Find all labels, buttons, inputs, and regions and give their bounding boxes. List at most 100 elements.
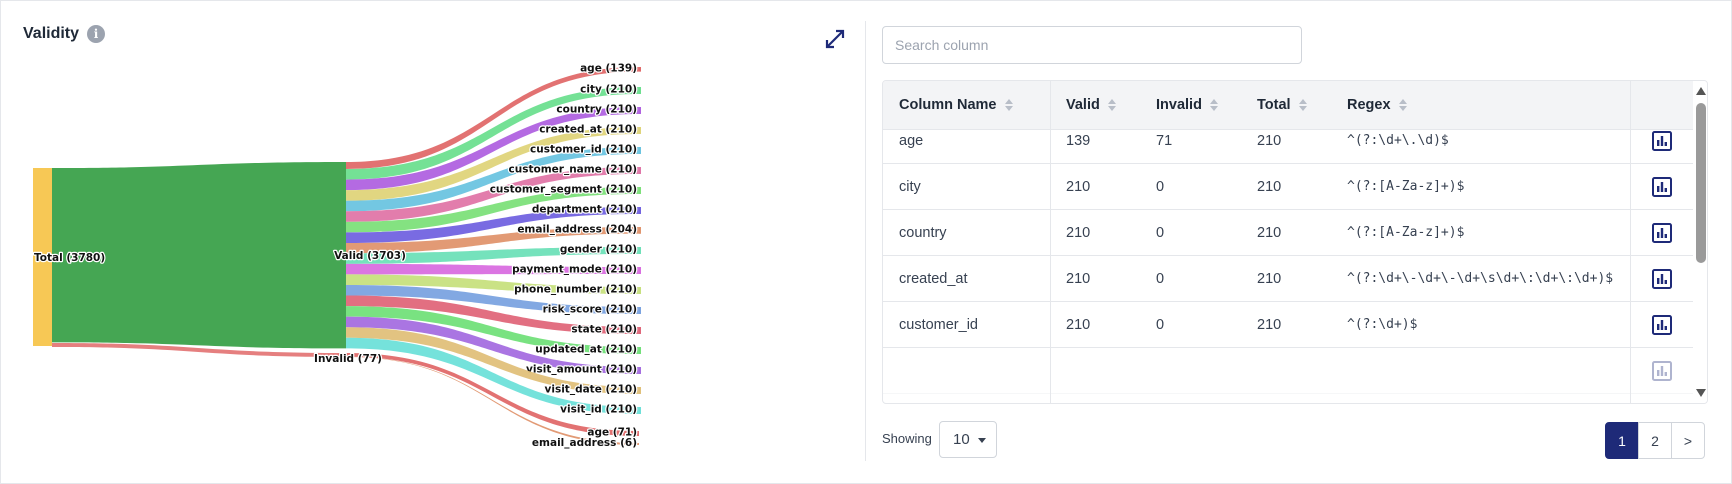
column-divider bbox=[1630, 81, 1631, 403]
valid-target-label: customer_id (210) bbox=[530, 144, 637, 156]
valid-target-label: visit_id (210) bbox=[560, 404, 637, 416]
header-label: Invalid bbox=[1156, 97, 1202, 113]
info-icon[interactable]: i bbox=[87, 25, 106, 43]
valid-target-node bbox=[639, 347, 641, 354]
column-divider bbox=[1050, 81, 1051, 403]
page-size-value: 10 bbox=[953, 431, 970, 448]
valid-target-node bbox=[639, 167, 641, 174]
bar-chart-icon bbox=[1652, 360, 1672, 381]
panel-divider bbox=[865, 21, 866, 461]
valid-target-node bbox=[639, 407, 641, 414]
valid-target-label: risk_score (210) bbox=[543, 304, 637, 316]
header-label: Total bbox=[1257, 97, 1291, 113]
total-node-label: Total (3780) bbox=[34, 252, 105, 264]
table-row: age 139 71 210 ^(?:\d+\.\d)$ bbox=[883, 118, 1693, 164]
valid-target-label: state (210) bbox=[571, 324, 637, 336]
cell-regex: ^(?:\d+)$ bbox=[1347, 317, 1418, 332]
valid-target-node bbox=[639, 127, 641, 134]
bar-chart-icon bbox=[1652, 314, 1672, 335]
header-label: Valid bbox=[1066, 97, 1100, 113]
view-chart-button[interactable] bbox=[1631, 210, 1693, 255]
bar-chart-icon bbox=[1652, 222, 1672, 243]
valid-target-node bbox=[639, 227, 641, 234]
pagination: 1 2 > bbox=[1605, 422, 1705, 459]
header-label: Regex bbox=[1347, 97, 1391, 113]
page-button-1[interactable]: 1 bbox=[1605, 422, 1639, 459]
valid-target-node bbox=[639, 307, 641, 314]
cell-total: 210 bbox=[1257, 270, 1282, 287]
view-chart-button[interactable] bbox=[1631, 256, 1693, 301]
cell-name: customer_id bbox=[899, 316, 978, 333]
cell-regex: ^(?:\d+\.\d)$ bbox=[1347, 133, 1449, 148]
validity-card: Validity i age (139) city (210) country (2… bbox=[0, 0, 1732, 484]
scroll-thumb[interactable] bbox=[1696, 103, 1706, 263]
cell-name: country bbox=[899, 224, 947, 241]
cell-valid: 210 bbox=[1066, 270, 1091, 287]
valid-target-label: gender (210) bbox=[560, 244, 637, 256]
sort-icon[interactable] bbox=[1298, 99, 1307, 111]
valid-target-label: updated_at (210) bbox=[535, 344, 637, 356]
table-row: country 210 0 210 ^(?:[A-Za-z]+)$ bbox=[883, 210, 1693, 256]
invalid-node-label: Invalid (77) bbox=[314, 353, 382, 365]
sort-icon[interactable] bbox=[1107, 99, 1116, 111]
view-chart-button[interactable] bbox=[1631, 164, 1693, 209]
columns-table: Column Name Valid Invalid Total Regex ag… bbox=[882, 80, 1708, 404]
table-row bbox=[883, 348, 1693, 394]
view-chart-button[interactable] bbox=[1631, 348, 1693, 393]
sort-icon[interactable] bbox=[1209, 99, 1218, 111]
table-row: customer_id 210 0 210 ^(?:\d+)$ bbox=[883, 302, 1693, 348]
valid-target-node bbox=[639, 207, 641, 214]
valid-target-node bbox=[639, 67, 641, 72]
next-page-button[interactable]: > bbox=[1671, 422, 1705, 459]
valid-target-node bbox=[639, 247, 641, 254]
view-chart-button[interactable] bbox=[1631, 118, 1693, 163]
valid-target-node bbox=[639, 87, 641, 94]
valid-target-label: country (210) bbox=[556, 104, 637, 116]
showing-label: Showing bbox=[882, 431, 932, 446]
page-button-2[interactable]: 2 bbox=[1638, 422, 1672, 459]
panel-title: Validity bbox=[23, 25, 80, 42]
panel-header: Validity i bbox=[23, 25, 106, 43]
bar-chart-icon bbox=[1652, 268, 1672, 289]
valid-target-label: age (139) bbox=[580, 62, 637, 74]
cell-regex: ^(?:[A-Za-z]+)$ bbox=[1347, 179, 1465, 194]
search-column-input[interactable] bbox=[882, 26, 1302, 64]
valid-node-label: Valid (3703) bbox=[334, 250, 406, 262]
validity-panel: Validity i age (139) city (210) country (2… bbox=[1, 1, 865, 484]
cell-name: city bbox=[899, 178, 921, 195]
cell-valid: 139 bbox=[1066, 132, 1091, 149]
cell-valid: 210 bbox=[1066, 178, 1091, 195]
bar-chart-icon bbox=[1652, 130, 1672, 151]
scroll-down-arrow-icon[interactable] bbox=[1696, 389, 1706, 397]
valid-target-label: visit_amount (210) bbox=[526, 364, 637, 376]
valid-target-node bbox=[639, 147, 641, 154]
valid-target-node bbox=[639, 367, 641, 374]
expand-arrows-icon[interactable] bbox=[823, 27, 847, 51]
valid-target-label: phone_number (210) bbox=[514, 284, 637, 296]
cell-invalid: 0 bbox=[1156, 270, 1165, 287]
sort-icon[interactable] bbox=[1004, 99, 1013, 111]
cell-total: 210 bbox=[1257, 316, 1282, 333]
bar-chart-icon bbox=[1652, 176, 1672, 197]
validity-sankey-chart: age (139) city (210) country (210) created_… bbox=[33, 61, 641, 450]
cell-invalid: 0 bbox=[1156, 178, 1165, 195]
cell-invalid: 0 bbox=[1156, 224, 1165, 241]
view-chart-button[interactable] bbox=[1631, 302, 1693, 347]
cell-name: created_at bbox=[899, 270, 968, 287]
scroll-up-arrow-icon[interactable] bbox=[1696, 87, 1706, 95]
valid-target-node bbox=[639, 387, 641, 394]
cell-valid: 210 bbox=[1066, 316, 1091, 333]
cell-regex: ^(?:[A-Za-z]+)$ bbox=[1347, 225, 1465, 240]
sort-icon[interactable] bbox=[1398, 99, 1407, 111]
valid-target-label: email_address (204) bbox=[517, 223, 637, 235]
invalid-target-label: email_address (6) bbox=[532, 437, 637, 449]
table-scrollbar[interactable] bbox=[1693, 81, 1707, 403]
valid-target-label: city (210) bbox=[580, 84, 637, 96]
valid-target-label: customer_name (210) bbox=[509, 164, 637, 176]
header-label: Column Name bbox=[899, 97, 997, 113]
valid-target-label: department (210) bbox=[532, 204, 637, 216]
cell-regex: ^(?:\d+\-\d+\-\d+\s\d+\:\d+\:\d+)$ bbox=[1347, 271, 1614, 286]
page-size-select[interactable]: 10 bbox=[939, 421, 997, 458]
valid-target-node bbox=[639, 287, 641, 294]
cell-total: 210 bbox=[1257, 178, 1282, 195]
